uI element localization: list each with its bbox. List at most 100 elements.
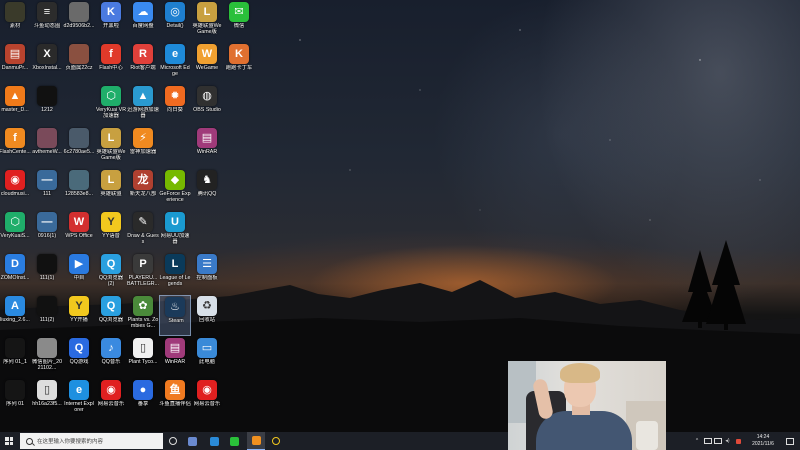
image-thumbnail-shortcut[interactable]: d2d9506b2... [63,1,95,42]
this-pc-shortcut[interactable]: ▭ 此电脑 [191,337,223,378]
document-shortcut[interactable]: ▯ hh16a23f5... [31,379,63,420]
netease-music-shortcut[interactable]: ◉ 网易云音乐 [95,379,127,420]
verykuai-shortcut[interactable]: ⬡ VeryKuaiS... [0,211,31,252]
qq-browser-shortcut[interactable]: Q QQ浏览器 [95,295,127,336]
wechat-icon: ✉ [229,2,249,22]
steam-shortcut[interactable]: ♨ Steam [159,295,191,336]
riot-shortcut[interactable]: R Riot客户端 [127,43,159,84]
shortcut-label: 新天龙八部 [129,191,157,197]
league-shortcut[interactable]: L 英雄联盟WeGame版 [95,127,127,168]
video-file-icon [5,338,25,358]
internet-explorer-shortcut[interactable]: e Internet Explorer [63,379,95,420]
pubg-shortcut[interactable]: P PLAYERU... BATTLEGR... [127,253,159,294]
leishen-shortcut[interactable]: ⚡ 雷神加速器 [127,127,159,168]
network-icon[interactable] [703,432,712,450]
image-thumbnail-shortcut[interactable]: 微信图片_2021102... [31,337,63,378]
yy-live-shortcut[interactable]: Y YY开播 [63,295,95,336]
video-file-shortcut[interactable]: 序列 01_1 [0,337,31,378]
geforce-shortcut[interactable]: ◆ GeForce Experience [159,169,191,210]
orange-app-shortcut[interactable]: ▲ master_D... [0,85,31,126]
edge-shortcut[interactable]: e Microsoft Edge [159,43,191,84]
display-icon[interactable] [713,432,722,450]
shortcut-label: PLAYERU... BATTLEGR... [127,275,159,288]
league-shortcut[interactable]: L 英雄联盟WeGame版 [191,1,223,42]
video-file-shortcut[interactable]: 序列 01 [0,379,31,420]
video-file-shortcut[interactable]: 111(1) [31,253,63,294]
video-file-icon [37,254,57,274]
liuxing-shortcut[interactable]: Aliuxing_2.6... [0,295,31,336]
league-shortcut[interactable]: L League of Legends [159,253,191,294]
netease-music-shortcut[interactable]: ◉ 网易云音乐 [191,379,223,420]
recycle-bin-shortcut[interactable]: ♻ 回收站 [191,295,223,336]
verykuai-shortcut[interactable]: ⬡ VeryKuai VR加速器 [95,85,127,126]
winrar-shortcut[interactable]: ▤ WinRAR [191,127,223,168]
kaiheila-icon: K [101,2,121,22]
taskbar-wechat-button[interactable] [225,432,243,450]
shortcut-label: 向日葵 [167,107,183,113]
line-file-shortcut[interactable]: —111 [31,169,63,210]
wegame-shortcut[interactable]: W WeGame [191,43,223,84]
blue-app-shortcut[interactable]: ▶ 中目 [63,253,95,294]
image-thumbnail-shortcut[interactable]: 素材 [0,1,31,42]
taskbar-task-view-button[interactable] [164,432,182,450]
qq-browser-shortcut[interactable]: Q QQ浏览器 (2) [95,253,127,294]
document-icon: ▯ [37,380,57,400]
image-thumbnail-shortcut[interactable]: avthemeW... [31,127,63,168]
draw-guess-shortcut[interactable]: ✎ Draw & Guess [127,211,159,252]
xbox-shortcut[interactable]: X XboxInstal... [31,43,63,84]
shortcut-label: VeryKuaiS... [0,233,30,239]
qq-penguin-shortcut[interactable]: ♞ 腾讯QQ [191,169,223,210]
blue-circle-app-shortcut[interactable]: ● 番享 [127,379,159,420]
taskbar-edge-button[interactable] [205,432,223,450]
start-button[interactable] [0,432,18,450]
system-clock[interactable]: 14:24 2021/11/6 [748,434,778,448]
taskbar-orange-app-button[interactable] [247,432,265,450]
winrar-shortcut[interactable]: ▤ WinRAR [159,337,191,378]
list-file-shortcut[interactable]: ≡ 斗鱼动态图 [31,1,63,42]
tray-overflow-button[interactable]: ^ [692,432,702,450]
taskbar: 在这里输入你要搜索的内容 ^ ◂) 14:24 2021/11/6 [0,432,800,450]
windows-logo-icon [5,437,13,445]
control-panel-shortcut[interactable]: ☰ 控制面板 [191,253,223,294]
league-shortcut[interactable]: L 英雄联盟 [95,169,127,210]
shortcut-label: QQ音乐 [101,359,121,365]
flash-center-shortcut[interactable]: f FlashCente... [0,127,31,168]
clock-time: 14:24 [756,434,770,440]
video-file-icon [5,380,25,400]
image-thumbnail-shortcut[interactable]: 128583e8... [63,169,95,210]
sunlogin-shortcut[interactable]: ✹ 向日葵 [159,85,191,126]
kaiheila-shortcut[interactable]: K 开黑啦 [95,1,127,42]
tlbb-shortcut[interactable]: 龙新天龙八部 [127,169,159,210]
taskbar-yy-ring-button[interactable] [267,432,285,450]
shortcut-label: WPS Office [65,233,93,239]
video-file-shortcut[interactable]: 1212 [31,85,63,126]
flash-center-icon: f [5,128,25,148]
line-file-shortcut[interactable]: —0916(1) [31,211,63,252]
xunyou-shortcut[interactable]: ▲ 迅游网游加速器 [127,85,159,126]
volume-icon[interactable]: ◂) [723,432,732,450]
taskbar-file-explorer-button[interactable] [183,432,201,450]
globe-shortcut[interactable]: ◎ Detail() [159,1,191,42]
obs-shortcut[interactable]: ◍ OBS Studio [191,85,223,126]
flash-shortcut[interactable]: f Flash中心 [95,43,127,84]
image-thumbnail-shortcut[interactable]: 页面属22cz [63,43,95,84]
baidu-netdisk-shortcut[interactable]: ☁ 百度网盘 [127,1,159,42]
yy-shortcut[interactable]: Y YY语音 [95,211,127,252]
zomo-shortcut[interactable]: D ZOMOInst... [0,253,31,294]
pvz-shortcut[interactable]: ✿ Plants vs. Zombies G... [127,295,159,336]
wps-shortcut[interactable]: W WPS Office [63,211,95,252]
netease-music-shortcut[interactable]: ◉ cloudmusi... [0,169,31,210]
qq-music-shortcut[interactable]: ♪ QQ音乐 [95,337,127,378]
qq-game-shortcut[interactable]: Q QQ游戏 [63,337,95,378]
douyu-shortcut[interactable]: 鱼斗鱼直播伴侣 [159,379,191,420]
taskbar-search-box[interactable]: 在这里输入你要搜索的内容 [20,433,163,449]
tray-app-icon[interactable] [734,432,743,450]
uu-booster-shortcut[interactable]: U 网易UU加速器 [159,211,191,252]
notification-button[interactable] [784,432,796,450]
video-file-shortcut[interactable]: 111(2) [31,295,63,336]
kart-shortcut[interactable]: K 跑跑卡丁车 [223,43,255,84]
document-shortcut[interactable]: ▯ Plant Tyco... [127,337,159,378]
image-thumbnail-shortcut[interactable]: 6c2780ae5... [63,127,95,168]
wechat-shortcut[interactable]: ✉ 微信 [223,1,255,42]
archive-books-shortcut[interactable]: ▤ DanmuPr... [0,43,31,84]
